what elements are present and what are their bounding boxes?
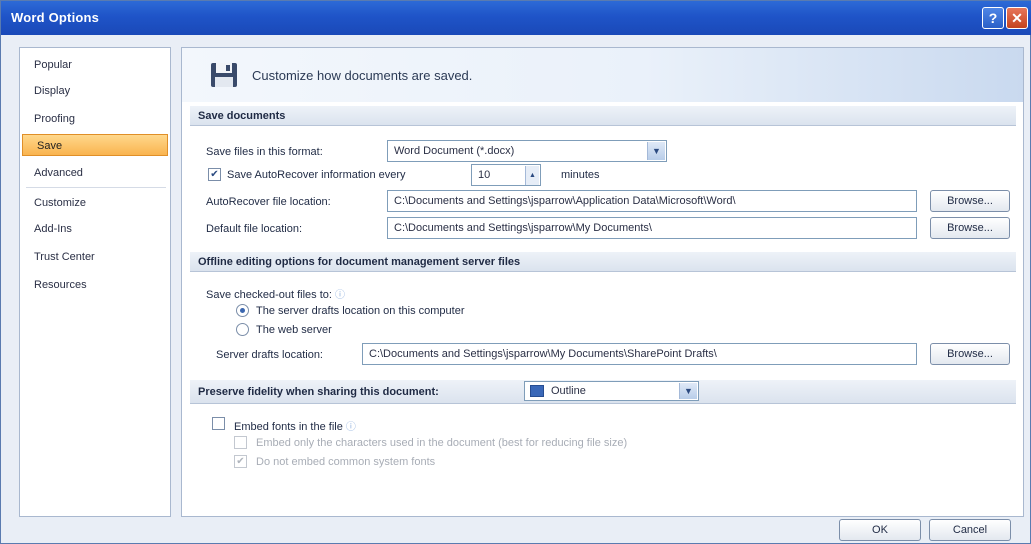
word-document-icon (530, 385, 544, 397)
nav-item-popular[interactable]: Popular (20, 54, 170, 76)
drafts-location-input[interactable]: C:\Documents and Settings\jsparrow\My Do… (362, 343, 917, 365)
autorecover-minutes-value: 10 (478, 169, 491, 181)
radio-server-drafts-label: The server drafts location on this compu… (256, 305, 465, 317)
default-location-label: Default file location: (206, 223, 302, 235)
minutes-spinner[interactable]: ▲▼ (525, 166, 539, 185)
embed-fonts-label: Embed fonts in the file ⓘ (234, 418, 356, 433)
fidelity-document-value: Outline (551, 385, 586, 397)
nav-item-add-ins[interactable]: Add-Ins (20, 218, 170, 240)
autorecover-label: Save AutoRecover information every (227, 169, 406, 181)
nav-item-customize[interactable]: Customize (20, 192, 170, 214)
section-offline-editing: Offline editing options for document man… (190, 252, 1016, 272)
no-common-fonts-checkbox[interactable]: ✔ (234, 455, 247, 468)
title-bar: Word Options ? ✕ (1, 1, 1031, 35)
default-location-input[interactable]: C:\Documents and Settings\jsparrow\My Do… (387, 217, 917, 239)
autorecover-minutes-input[interactable]: 10 ▲▼ (471, 164, 541, 186)
dialog-footer: OK Cancel (1, 517, 1030, 543)
embed-fonts-text: Embed fonts in the file (234, 421, 343, 433)
minutes-label: minutes (561, 169, 600, 181)
checked-out-text: Save checked-out files to: (206, 289, 332, 301)
info-icon: ⓘ (345, 422, 356, 433)
nav-divider (26, 187, 166, 188)
options-nav: Popular Display Proofing Save Advanced C… (19, 47, 171, 517)
floppy-disk-icon (211, 63, 237, 87)
format-select[interactable]: Word Document (*.docx) ▼ (387, 140, 667, 162)
nav-item-advanced[interactable]: Advanced (20, 162, 170, 184)
nav-item-display[interactable]: Display (20, 80, 170, 102)
checked-out-label: Save checked-out files to: ⓘ (206, 286, 345, 301)
fidelity-title: Preserve fidelity when sharing this docu… (198, 386, 439, 398)
format-label: Save files in this format: (206, 146, 323, 158)
nav-item-resources[interactable]: Resources (20, 274, 170, 296)
chevron-down-icon[interactable]: ▼ (647, 142, 665, 160)
embed-only-used-checkbox[interactable] (234, 436, 247, 449)
save-options-pane: Customize how documents are saved. Save … (181, 47, 1024, 517)
autorecover-checkbox[interactable]: ✔ (208, 168, 221, 181)
pane-header-text: Customize how documents are saved. (252, 68, 473, 83)
nav-item-trust-center[interactable]: Trust Center (20, 246, 170, 268)
autorecover-browse-button[interactable]: Browse... (930, 190, 1010, 212)
close-icon[interactable]: ✕ (1006, 7, 1028, 29)
no-common-fonts-label: Do not embed common system fonts (256, 456, 436, 468)
default-browse-button[interactable]: Browse... (930, 217, 1010, 239)
ok-button[interactable]: OK (839, 519, 921, 541)
info-icon: ⓘ (335, 290, 346, 301)
embed-only-used-label: Embed only the characters used in the do… (256, 437, 628, 449)
title-buttons: ? ✕ (982, 7, 1028, 29)
nav-item-proofing[interactable]: Proofing (20, 108, 170, 130)
section-save-documents: Save documents (190, 106, 1016, 126)
word-options-dialog: Word Options ? ✕ Popular Display Proofin… (0, 0, 1031, 544)
drafts-browse-button[interactable]: Browse... (930, 343, 1010, 365)
autorecover-location-label: AutoRecover file location: (206, 196, 331, 208)
nav-item-save[interactable]: Save (22, 134, 168, 156)
format-value: Word Document (*.docx) (394, 145, 515, 157)
radio-web-server-label: The web server (256, 324, 332, 336)
drafts-location-label: Server drafts location: (216, 349, 323, 361)
help-icon[interactable]: ? (982, 7, 1004, 29)
autorecover-location-input[interactable]: C:\Documents and Settings\jsparrow\Appli… (387, 190, 917, 212)
radio-web-server[interactable] (236, 323, 249, 336)
cancel-button[interactable]: Cancel (929, 519, 1011, 541)
chevron-down-icon[interactable]: ▼ (679, 383, 697, 399)
embed-fonts-checkbox[interactable] (212, 417, 225, 430)
radio-server-drafts[interactable] (236, 304, 249, 317)
fidelity-document-select[interactable]: Outline ▼ (524, 381, 699, 401)
pane-header: Customize how documents are saved. (182, 48, 1023, 102)
window-title: Word Options (11, 10, 100, 25)
